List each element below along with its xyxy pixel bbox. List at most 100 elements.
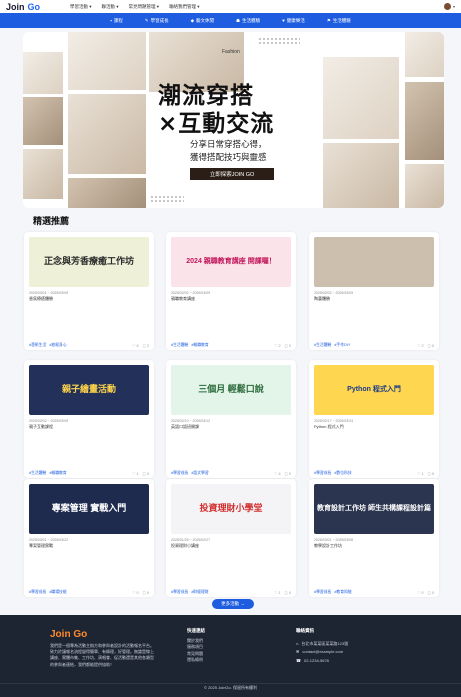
thumbnail-text: Python 程式入門 xyxy=(347,386,401,394)
activity-card[interactable]: 2025/02/02 ~ 2025/03/09 陶藝體驗 #生活體驗 #手作DIY ♡ … xyxy=(309,232,439,350)
tag-link[interactable]: #學習成長 xyxy=(314,471,331,476)
thumbnail-text: 正念與芳香療癒工作坊 xyxy=(43,256,134,267)
category-item[interactable]: ⚑ 生活體驗 xyxy=(327,18,351,24)
activity-card[interactable]: 三個月 輕鬆口說 2025/02/10 ~ 2025/03/12 英語口語班開課 #學… xyxy=(166,360,296,478)
nav-item-activity[interactable]: 聯活動 ▾ xyxy=(102,4,119,10)
activity-thumbnail[interactable]: 投資理財小學堂 xyxy=(171,484,291,534)
footer-divider xyxy=(0,683,461,684)
comment-icon[interactable]: ◻ 0 xyxy=(285,343,291,348)
site-logo[interactable]: Join Go xyxy=(6,2,40,12)
tag-link[interactable]: #財經理財 xyxy=(191,590,208,595)
category-item[interactable]: ◆ 藝文休閒 xyxy=(191,18,214,24)
like-icon[interactable]: ♡ 2 xyxy=(274,343,281,348)
like-icon[interactable]: ♡ 1 xyxy=(132,471,139,476)
fashion-photo xyxy=(23,149,63,199)
activity-thumbnail[interactable]: 正念與芳香療癒工作坊 xyxy=(29,237,149,287)
activity-thumbnail[interactable]: 教育設計工作坊 師生共構課程設計篇 xyxy=(314,484,434,534)
activity-card[interactable]: 專案管理 實戰入門 2025/03/01 ~ 2025/03/22 專案管理實戰 #學… xyxy=(24,479,154,597)
like-icon[interactable]: ♡ 6 xyxy=(132,343,139,348)
activity-thumbnail[interactable]: 三個月 輕鬆口說 xyxy=(171,365,291,415)
activity-title[interactable]: 投資理財小講座 xyxy=(171,543,199,549)
tag-link[interactable]: #親職教育 xyxy=(191,343,208,348)
like-icon[interactable]: ♡ 1 xyxy=(274,590,281,595)
activity-card[interactable]: Python 程式入門 2025/02/17 ~ 2025/03/24 Python… xyxy=(309,360,439,478)
comment-icon[interactable]: ◻ 0 xyxy=(143,590,149,595)
comment-count: 0 xyxy=(146,472,149,476)
avatar[interactable] xyxy=(443,3,451,10)
comment-icon[interactable]: ◻ 0 xyxy=(428,471,434,476)
tag-link[interactable]: #學習成長 xyxy=(171,471,188,476)
tag-link[interactable]: #放鬆身心 xyxy=(49,343,66,348)
footer-link[interactable]: 隱私條例 xyxy=(187,657,203,663)
nav-item-contact[interactable]: 聯絡我們管理 ▾ xyxy=(169,4,200,10)
category-item[interactable]: ▪ 課程 xyxy=(110,18,123,24)
activity-title[interactable]: 英語口語班開課 xyxy=(171,424,199,430)
tag-link[interactable]: #藝術生活 xyxy=(29,343,46,348)
comment-icon[interactable]: ◻ 0 xyxy=(428,590,434,595)
tag-link[interactable]: #親職教育 xyxy=(49,471,66,476)
activity-card[interactable]: 投資理財小學堂 2025/01/25 ~ 2025/02/27 投資理財小講座 #學習… xyxy=(166,479,296,597)
category-item[interactable]: ☗ 生活體驗 xyxy=(236,18,260,24)
address-text: 台北市某某區某某路123號 xyxy=(301,641,349,646)
tag-link[interactable]: #語文學習 xyxy=(191,471,208,476)
quick-links: 關於我們 服務項目 常見問題 隱私條例 xyxy=(187,638,203,664)
more-activities-button[interactable]: 更多活動 → xyxy=(212,599,254,609)
activity-title[interactable]: 教學設計工作坊 xyxy=(314,543,342,549)
like-icon[interactable]: ♡ 1 xyxy=(417,471,424,476)
tag-link[interactable]: #數位科技 xyxy=(334,471,351,476)
activity-thumbnail[interactable]: 2024 親職教育講座 開課囉！ xyxy=(171,237,291,287)
activity-title[interactable]: 香氛療癒體驗 xyxy=(29,296,53,302)
comment-icon[interactable]: ◻ 0 xyxy=(428,343,434,348)
tag-link[interactable]: #學習成長 xyxy=(171,590,188,595)
tag-link[interactable]: #學習成長 xyxy=(314,590,331,595)
activity-title[interactable]: 親子互動課程 xyxy=(29,424,53,430)
user-menu[interactable]: ▾ xyxy=(443,3,455,10)
category-item[interactable]: ♥ 健康樂活 xyxy=(282,18,305,24)
like-icon[interactable]: ♡ 0 xyxy=(132,590,139,595)
phone-icon: ☎ xyxy=(296,657,301,663)
contact-phone[interactable]: ☎ 02-1234-5678 xyxy=(296,657,348,665)
contact-email[interactable]: ✉ contact@example.com xyxy=(296,648,348,656)
category-item[interactable]: ✎ 學習成長 xyxy=(145,18,169,24)
tag-link[interactable]: #生活體驗 xyxy=(29,471,46,476)
email-text: contact@example.com xyxy=(302,649,344,655)
activity-title[interactable]: 親職教育講座 xyxy=(171,296,195,302)
tag-link[interactable]: #生活體驗 xyxy=(314,343,331,348)
fashion-photo xyxy=(323,57,399,139)
explore-button[interactable]: 立即探索JOIN GO xyxy=(190,168,274,180)
activity-card[interactable]: 正念與芳香療癒工作坊 2025/03/01 ~ 2025/03/09 香氛療癒體驗 #… xyxy=(24,232,154,350)
activity-card[interactable]: 親子繪畫活動 2025/02/02 ~ 2025/03/09 親子互動課程 #生活體驗… xyxy=(24,360,154,478)
activity-card[interactable]: 教育設計工作坊 師生共構課程設計篇 2025/03/01 ~ 2025/03/08… xyxy=(309,479,439,597)
like-icon[interactable]: ♡ 4 xyxy=(274,471,281,476)
activity-date: 2025/02/17 ~ 2025/03/24 xyxy=(314,419,354,423)
comment-icon[interactable]: ◻ 0 xyxy=(285,590,291,595)
fashion-photo xyxy=(405,164,444,208)
footer-logo[interactable]: Join Go xyxy=(50,629,87,640)
tag-link[interactable]: #教育知能 xyxy=(334,590,351,595)
activity-date: 2025/03/01 ~ 2025/03/22 xyxy=(29,538,69,542)
activity-title[interactable]: Python 程式入門 xyxy=(314,424,344,430)
tag-link[interactable]: #職場技能 xyxy=(49,590,66,595)
comment-icon[interactable]: ◻ 0 xyxy=(285,471,291,476)
tag-link[interactable]: #學習成長 xyxy=(29,590,46,595)
footer-link[interactable]: 服務項目 xyxy=(187,644,203,650)
like-count: 6 xyxy=(136,344,139,348)
nav-item-faq[interactable]: 常見問題管理 ▾ xyxy=(129,4,160,10)
quick-links-title: 快速連結 xyxy=(187,628,205,633)
activity-title[interactable]: 專案管理實戰 xyxy=(29,543,53,549)
tag-link[interactable]: #生活體驗 xyxy=(171,343,188,348)
activity-thumbnail[interactable]: 親子繪畫活動 xyxy=(29,365,149,415)
tag-link[interactable]: #手作DIY xyxy=(334,343,350,348)
comment-icon[interactable]: ◻ 0 xyxy=(143,471,149,476)
activity-tags: #學習成長 #語文學習 xyxy=(171,471,209,476)
activity-card[interactable]: 2024 親職教育講座 開課囉！ 2025/02/02 ~ 2025/03/09 親… xyxy=(166,232,296,350)
like-icon[interactable]: ♡ 2 xyxy=(417,343,424,348)
comment-icon[interactable]: ◻ 2 xyxy=(143,343,149,348)
activity-title[interactable]: 陶藝體驗 xyxy=(314,296,330,302)
activity-stats: ♡ 2 ◻ 0 xyxy=(417,343,434,348)
nav-item-learning[interactable]: 學習活動 ▾ xyxy=(70,4,92,10)
like-icon[interactable]: ♡ 0 xyxy=(417,590,424,595)
activity-thumbnail[interactable] xyxy=(314,237,434,287)
activity-thumbnail[interactable]: 專案管理 實戰入門 xyxy=(29,484,149,534)
activity-thumbnail[interactable]: Python 程式入門 xyxy=(314,365,434,415)
